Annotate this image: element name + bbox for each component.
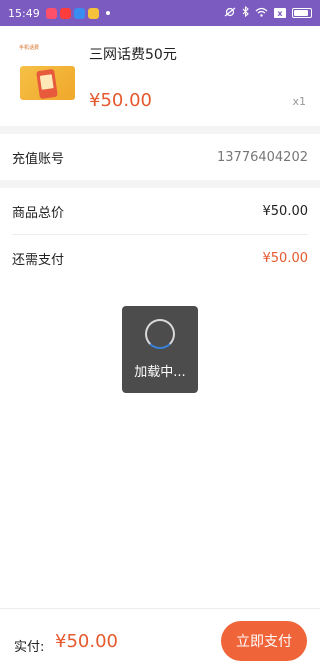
video-app-icon [59,7,71,19]
status-time: 15:49 [8,6,40,20]
status-bar: 15:49 x [0,0,320,26]
thumbnail-background [20,66,75,100]
total-price-row: 商品总价 ¥50.00 [0,188,320,234]
notification-icons [45,7,110,19]
amount-due-label: 还需支付 [12,252,65,268]
status-right: x [224,5,312,20]
product-quantity: x1 [292,95,306,108]
actual-pay-label: 实付: [14,640,45,655]
total-price-value: ¥50.00 [262,203,309,219]
section-divider [0,126,320,134]
music-app-icon [45,7,57,19]
pay-now-button[interactable]: 立即支付 [221,621,307,661]
bluetooth-icon [242,5,249,20]
amount-due-value: ¥50.00 [262,250,309,266]
amount-due-row: 还需支付 ¥50.00 [0,235,320,281]
total-price-label: 商品总价 [12,205,65,221]
recharge-account-label: 充值账号 [12,151,65,167]
loading-text: 加载中... [134,365,186,380]
phone-image-icon [36,68,58,100]
chat-app-icon [87,7,99,19]
product-card[interactable]: 手机话费 三网话费50元 ¥50.00 x1 [0,26,320,126]
section-divider [0,180,320,188]
recharge-account-row: 充值账号 13776404202 [0,134,320,180]
product-title: 三网话费50元 [89,47,177,63]
battery-icon [292,8,312,18]
loading-toast: 加载中... [122,306,198,393]
sim-status-icon: x [274,8,286,18]
actual-pay-amount: ¥50.00 [55,631,118,652]
product-thumbnail: 手机话费 [16,42,78,104]
bottom-pay-bar: 实付: ¥50.00 立即支付 [0,608,320,670]
product-price: ¥50.00 [89,90,152,111]
wifi-icon [255,7,268,20]
alarm-off-icon [224,7,236,20]
loading-spinner-icon [145,319,175,349]
thumbnail-label: 手机话费 [19,45,40,51]
more-notifications-dot-icon [105,11,110,15]
recharge-account-value: 13776404202 [217,149,308,165]
browser-app-icon [73,7,85,19]
